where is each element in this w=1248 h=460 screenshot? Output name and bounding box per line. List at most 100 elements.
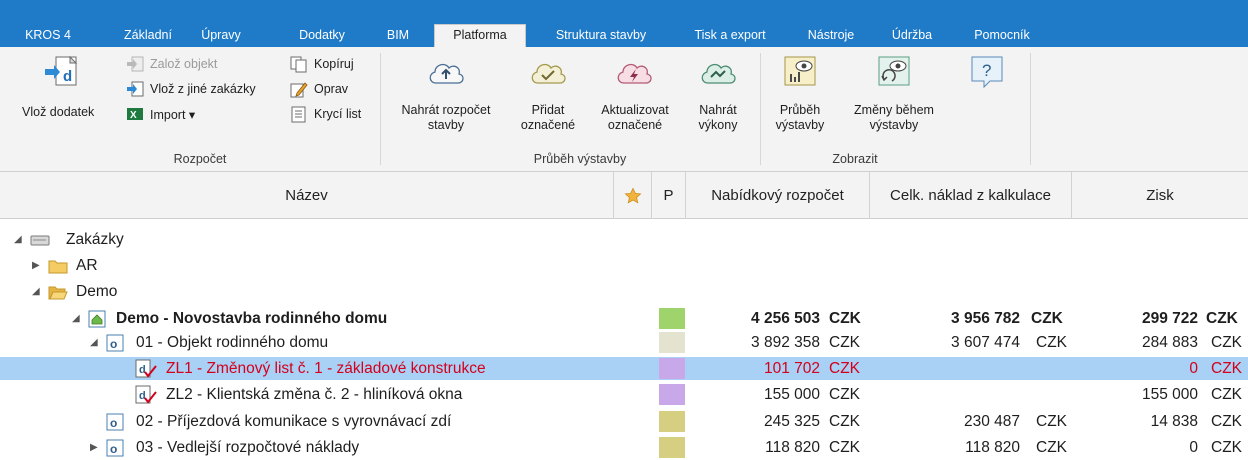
tree-node-zakazky[interactable]: ◢ Zakázky [0, 228, 1248, 251]
svg-text:d: d [139, 390, 146, 402]
import-label: Import ▾ [150, 108, 196, 122]
color-swatch [659, 332, 685, 353]
nabidkovy-value: 101 702 [763, 360, 820, 377]
column-header-favorite[interactable] [614, 172, 652, 219]
tree-node-ar[interactable]: ▶ AR [0, 254, 1248, 277]
insert-from-order-icon [127, 81, 144, 97]
nahrat-rozpocet-stavby-label: Nahrát rozpočet stavby [391, 103, 501, 133]
tree-node-label: 03 - Vedlejší rozpočtové náklady [136, 439, 360, 456]
column-header-p[interactable]: P [652, 172, 686, 219]
insert-amendment-icon: d [45, 55, 78, 86]
house-project-icon [88, 310, 106, 328]
tree-node-label: Demo - Novostavba rodinného domu [116, 310, 388, 327]
tab-pomocnik[interactable]: Pomocník [960, 25, 1044, 47]
nahrat-vykony-line2: výkony [698, 118, 738, 132]
tree-node-object-03[interactable]: ▶ o 03 - Vedlejší rozpočtové náklady 118… [0, 436, 1248, 459]
color-swatch [659, 308, 685, 329]
create-object-icon [127, 56, 144, 72]
tree-node-demo-folder[interactable]: ◢ Demo [0, 280, 1248, 303]
nabidkovy-value: 245 325 [763, 413, 820, 430]
color-swatch [659, 437, 685, 458]
aktualizovat-line2: označené [607, 118, 663, 132]
tree-node-label: 02 - Příjezdová komunikace s vyrovnávací… [136, 413, 452, 430]
ribbon-separator [1030, 53, 1031, 165]
tree-node-object-01[interactable]: ◢ o 01 - Objekt rodinného domu 3 892 358… [0, 331, 1248, 354]
zmeny-line1: Změny během [854, 103, 934, 117]
tab-zakladni[interactable]: Základní [112, 25, 184, 47]
column-header-nazev[interactable]: Název [0, 172, 614, 219]
nahrat-rozpocet-line2: stavby [427, 118, 465, 132]
tree-node-zl2[interactable]: d ZL2 - Klientská změna č. 2 - hliníková… [0, 383, 1248, 406]
zisk-currency: CZK [1211, 386, 1242, 403]
tab-struktura-stavby[interactable]: Struktura stavby [538, 25, 664, 47]
tab-platforma[interactable]: Platforma [434, 24, 526, 47]
expanded-arrow-icon[interactable]: ◢ [32, 280, 40, 303]
svg-text:o: o [110, 416, 117, 430]
star-icon [623, 187, 642, 204]
zisk-value: 0 [1189, 439, 1198, 456]
change-list-icon: d [135, 385, 157, 404]
cloud-check-icon [531, 63, 566, 84]
progress-view-icon [784, 56, 816, 86]
cloud-refresh-icon [617, 63, 652, 84]
column-header-nabidkovy-rozpocet[interactable]: Nabídkový rozpočet [686, 172, 870, 219]
naklad-currency: CZK [1036, 334, 1067, 351]
column-header-zisk[interactable]: Zisk [1072, 172, 1248, 219]
nabidkovy-value: 4 256 503 [751, 310, 820, 327]
tab-upravy[interactable]: Úpravy [190, 25, 252, 47]
tree-node-label: Demo [76, 283, 118, 300]
nabidkovy-currency: CZK [829, 413, 860, 430]
group-zobrazit-label: Zobrazit [832, 152, 878, 166]
zisk-value: 299 722 [1141, 310, 1198, 327]
column-header-celk-naklad[interactable]: Celk. náklad z kalkulace [870, 172, 1072, 219]
nabidkovy-value: 3 892 358 [751, 334, 820, 351]
nabidkovy-currency: CZK [829, 310, 861, 327]
collapsed-arrow-icon[interactable]: ▶ [32, 254, 40, 277]
aktualizovat-line1: Aktualizovat [601, 103, 669, 117]
changes-view-icon [878, 56, 910, 86]
open-folder-icon [48, 286, 68, 300]
tree-node-label: AR [76, 257, 98, 274]
tree-node-label: ZL2 - Klientská změna č. 2 - hliníková o… [166, 386, 463, 403]
tab-udrzba[interactable]: Údržba [882, 25, 942, 47]
tree-node-label: Zakázky [66, 231, 124, 248]
naklad-value: 3 956 782 [951, 310, 1020, 327]
nabidkovy-currency: CZK [829, 360, 860, 377]
naklad-value: 3 607 474 [951, 334, 1020, 351]
tree-node-object-02[interactable]: o 02 - Příjezdová komunikace s vyrovnáva… [0, 410, 1248, 433]
tab-nastroje[interactable]: Nástroje [796, 25, 866, 47]
svg-text:X: X [130, 110, 137, 121]
help-icon: ? [971, 56, 1003, 89]
color-swatch [659, 358, 685, 379]
cover-sheet-icon [291, 106, 306, 123]
naklad-value: 118 820 [965, 439, 1020, 456]
collapsed-arrow-icon[interactable]: ▶ [90, 436, 98, 459]
expanded-arrow-icon[interactable]: ◢ [72, 307, 80, 330]
nahrat-vykony-line1: Nahrát [699, 103, 737, 117]
aktualizovat-oznacene-label: Aktualizovat označené [592, 103, 678, 133]
nabidkovy-currency: CZK [829, 334, 860, 351]
group-prubeh-vystavby-label: Průběh výstavby [533, 152, 627, 166]
zisk-currency: CZK [1211, 360, 1242, 377]
tab-tisk-a-export[interactable]: Tisk a export [680, 25, 780, 47]
folder-icon [48, 260, 68, 274]
tab-bim[interactable]: BIM [378, 25, 418, 47]
excel-import-icon: X [127, 108, 143, 121]
color-swatch [659, 384, 685, 405]
ribbon-tab-bar: KROS 4 Základní Úpravy Dodatky BIM Platf… [0, 0, 1248, 47]
zaloz-objekt-label: Založ objekt [150, 57, 218, 71]
pridat-oznacene-label: Přidat označené [508, 103, 588, 133]
copy-icon [290, 56, 307, 73]
expanded-arrow-icon[interactable]: ◢ [90, 331, 98, 354]
tab-kros4[interactable]: KROS 4 [12, 25, 84, 47]
zmeny-behem-vystavby-label: Změny během výstavby [842, 103, 946, 133]
nabidkovy-currency: CZK [829, 386, 860, 403]
tree-node-project[interactable]: ◢ Demo - Novostavba rodinného domu 4 256… [0, 307, 1248, 330]
vloz-dodatek-label: Vlož dodatek [22, 105, 95, 119]
tab-dodatky[interactable]: Dodatky [292, 25, 352, 47]
tree-node-zl1-selected[interactable]: d ZL1 - Změnový list č. 1 - základové ko… [0, 357, 1248, 380]
expanded-arrow-icon[interactable]: ◢ [14, 228, 22, 251]
svg-text:d: d [63, 68, 72, 85]
edit-icon [290, 82, 308, 98]
object-icon: o [106, 413, 124, 431]
